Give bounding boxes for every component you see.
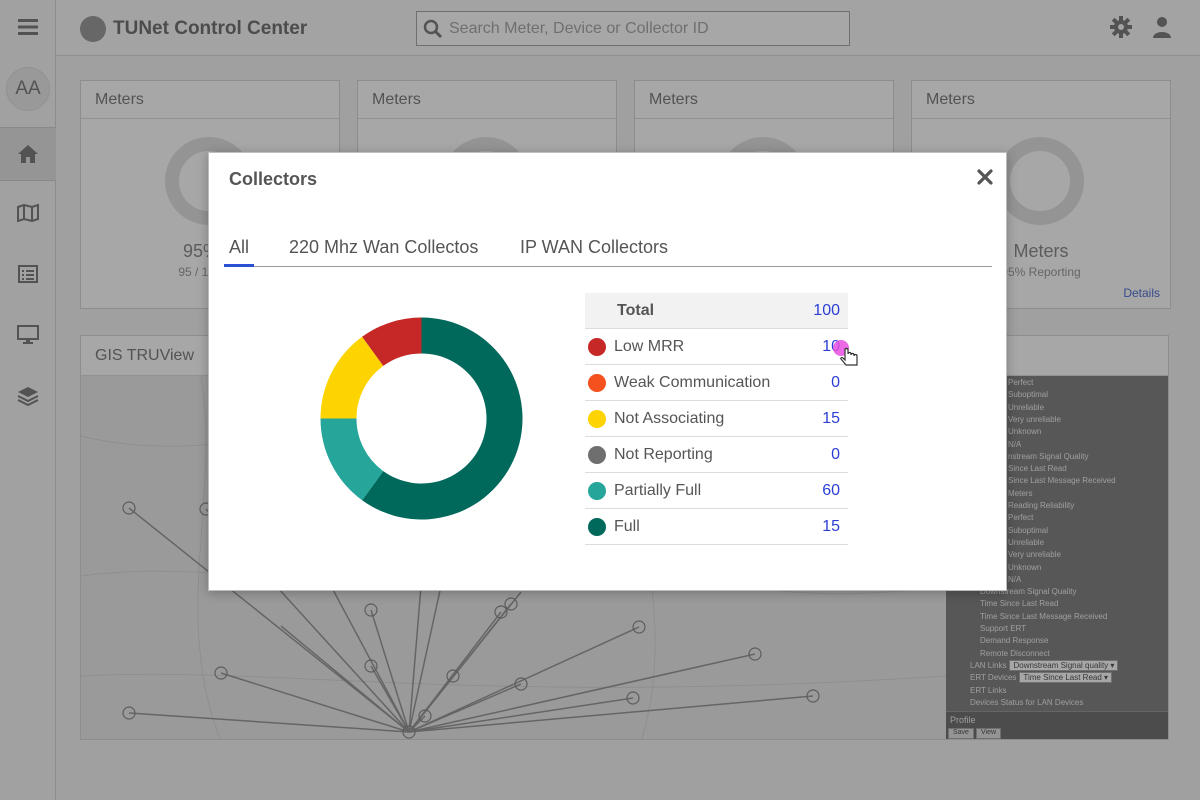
status-dot: [588, 445, 606, 464]
status-dot: [588, 517, 606, 536]
stat-row-weak-communication: Weak Communication 0: [585, 365, 848, 401]
stat-row-not-associating: Not Associating 15: [585, 401, 848, 437]
status-dot: [588, 337, 606, 356]
tab-220-mhz-wan[interactable]: 220 Mhz Wan Collectos: [284, 237, 483, 267]
stat-row-full: Full 15: [585, 509, 848, 545]
total-label: Total: [617, 301, 655, 319]
tab-all[interactable]: All: [224, 237, 255, 267]
collectors-modal: Collectors All 220 Mhz Wan Collectos IP …: [208, 152, 1007, 591]
status-dot: [588, 409, 606, 428]
close-icon: [977, 169, 993, 185]
tab-ip-wan[interactable]: IP WAN Collectors: [515, 237, 673, 267]
collectors-donut-chart: [320, 317, 523, 520]
stat-label: Low MRR: [614, 337, 685, 355]
stat-value[interactable]: 60: [822, 482, 840, 500]
tab-bar: All 220 Mhz Wan Collectos IP WAN Collect…: [224, 237, 992, 267]
stat-value[interactable]: 15: [822, 518, 840, 536]
modal-title: Collectors: [229, 169, 318, 189]
status-dot: [588, 481, 606, 500]
close-button[interactable]: [973, 165, 997, 189]
stat-label: Not Reporting: [614, 445, 713, 463]
stat-value[interactable]: 0: [831, 374, 840, 392]
stat-row-partially-full: Partially Full 60: [585, 473, 848, 509]
status-dot: [588, 373, 606, 392]
hand-pointer-cursor: [833, 340, 863, 375]
stat-label: Partially Full: [614, 481, 702, 499]
stat-row-low-mrr: Low MRR 10: [585, 329, 848, 365]
stat-value[interactable]: 15: [822, 410, 840, 428]
stat-label: Not Associating: [614, 409, 725, 427]
collectors-stats-table: Total 100 Low MRR 10 Weak Communication …: [585, 293, 848, 545]
stat-label: Full: [614, 517, 640, 535]
total-value[interactable]: 100: [813, 302, 840, 320]
stat-label: Weak Communication: [614, 373, 771, 391]
hand-pointer-icon: [833, 340, 858, 366]
stat-value[interactable]: 0: [831, 446, 840, 464]
total-row: Total 100: [585, 293, 848, 329]
stat-row-not-reporting: Not Reporting 0: [585, 437, 848, 473]
